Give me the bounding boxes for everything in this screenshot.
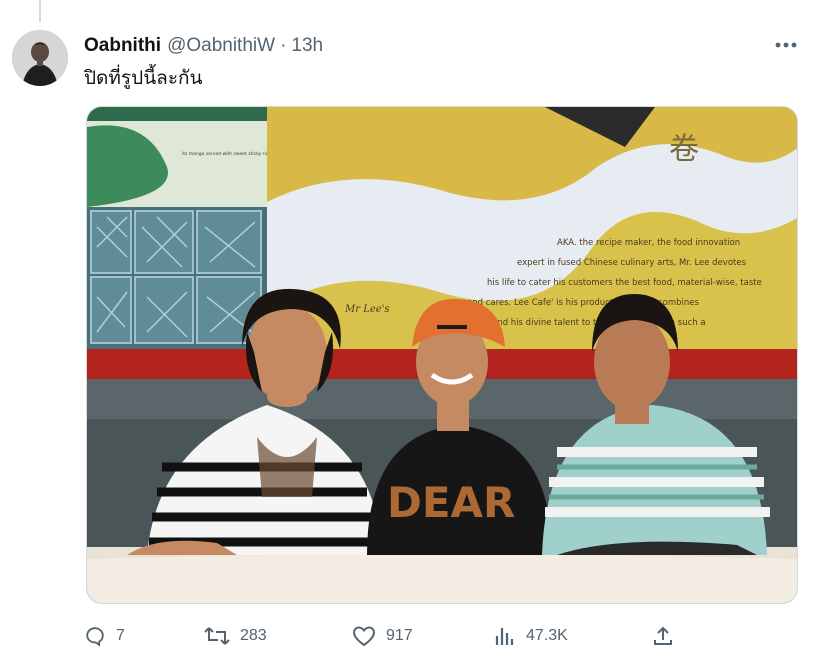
retweet-count: 283	[240, 627, 267, 644]
user-handle[interactable]: @OabnithiW	[167, 35, 275, 57]
timestamp[interactable]: 13h	[291, 35, 323, 57]
share-button[interactable]	[652, 618, 674, 654]
tweet-header: Oabnithi @OabnithiW · 13h	[84, 32, 800, 60]
sign-brand: Mr Lee's	[344, 304, 390, 315]
reply-button[interactable]: 7	[84, 618, 125, 654]
share-icon	[654, 626, 672, 645]
tweet-actions-bar: 7 283 917 47.3K	[84, 618, 684, 654]
tweet-text: ปิดที่รูปนี้ละกัน	[84, 68, 203, 89]
sign-line-1: AKA. the recipe maker, the food innovati…	[557, 238, 740, 248]
svg-text:DEAR: DEAR	[387, 478, 515, 527]
sign-line-2: expert in fused Chinese culinary arts, M…	[517, 258, 747, 268]
more-options-button[interactable]	[770, 34, 802, 56]
like-count: 917	[386, 627, 413, 644]
thread-connector-line	[39, 0, 41, 22]
separator-dot: ·	[280, 35, 287, 56]
ellipsis-icon	[775, 42, 797, 48]
sign-line-3: his life to cater his customers the best…	[487, 278, 762, 288]
reply-count: 7	[116, 627, 125, 644]
retweet-icon	[204, 627, 230, 645]
tweet-page: Oabnithi @OabnithiW · 13h ปิดที่รูปนี้ละ…	[0, 0, 820, 670]
reply-icon	[86, 627, 104, 647]
sign-chinese-char: 卷	[669, 132, 699, 167]
views-icon	[495, 628, 514, 645]
like-button[interactable]: 917	[352, 618, 413, 654]
view-count: 47.3K	[526, 627, 568, 644]
heart-icon	[352, 626, 376, 647]
tweet-photo[interactable]: its mango served with sweet sticky rice …	[86, 106, 798, 604]
avatar[interactable]	[12, 30, 68, 86]
display-name[interactable]: Oabnithi	[84, 35, 161, 57]
views-button[interactable]: 47.3K	[494, 618, 568, 654]
retweet-button[interactable]: 283	[204, 618, 267, 654]
